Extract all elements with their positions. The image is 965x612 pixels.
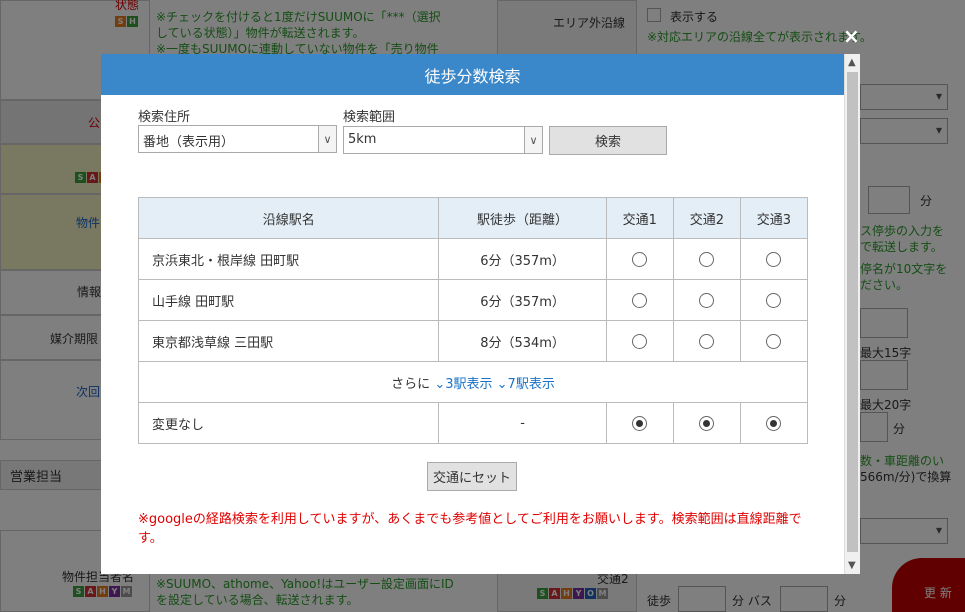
chevron-down-icon: ∨ (524, 127, 542, 153)
transport3-radio[interactable] (766, 415, 782, 431)
show-7-stations-link[interactable]: ⌄7駅表示 (497, 377, 555, 392)
col-header: 交通2 (672, 197, 741, 239)
transport1-radio[interactable] (632, 415, 648, 431)
transport2-cell (672, 279, 741, 321)
transport1-cell (605, 320, 674, 362)
transport3-cell (739, 402, 809, 444)
col-header: 交通1 (605, 197, 674, 239)
search-button[interactable]: 検索 (549, 126, 667, 155)
station-name: 東京都浅草線 三田駅 (137, 320, 440, 362)
close-icon[interactable]: × (843, 26, 860, 46)
table-header-row: 沿線駅名 駅徒歩（距離） 交通1 交通2 交通3 (137, 197, 809, 239)
transport3-radio[interactable] (766, 333, 782, 349)
transport1-cell (605, 402, 674, 444)
address-label: 検索住所 (138, 110, 191, 125)
show-3-stations-link[interactable]: ⌄3駅表示 (434, 377, 492, 392)
transport3-radio[interactable] (766, 251, 782, 267)
transport1-radio[interactable] (632, 292, 648, 308)
more-prefix: さらに (391, 376, 431, 392)
col-header: 沿線駅名 (137, 197, 440, 239)
transport3-radio[interactable] (766, 292, 782, 308)
transport3-cell (739, 279, 809, 321)
table-row: 京浜東北・根岸線 田町駅 6分（357m） (137, 238, 809, 280)
walk-distance: 8分（534m） (438, 320, 607, 362)
no-change-label: 変更なし (137, 402, 440, 444)
scroll-down-icon[interactable]: ▼ (848, 560, 856, 571)
transport1-radio[interactable] (632, 251, 648, 267)
chevron-down-icon: ⌄ (434, 376, 446, 392)
station-name: 京浜東北・根岸線 田町駅 (137, 238, 440, 280)
scroll-thumb[interactable] (847, 72, 858, 552)
dialog-title: 徒歩分数検索 (424, 66, 521, 86)
set-transport-button[interactable]: 交通にセット (427, 462, 517, 491)
show-3-label: 3駅表示 (445, 376, 493, 392)
range-select[interactable]: 5km ∨ (343, 126, 543, 154)
search-button-label: 検索 (594, 135, 621, 150)
table-row: 東京都浅草線 三田駅 8分（534m） (137, 320, 809, 362)
more-stations-row: さらに ⌄3駅表示 ⌄7駅表示 (138, 361, 808, 403)
transport2-cell (672, 238, 741, 280)
transport1-cell (605, 279, 674, 321)
walk-time-search-dialog: 徒歩分数検索 ▲ ▼ 検索住所 番地（表示用） ∨ 検索範囲 5km ∨ 検索 … (101, 54, 860, 574)
range-label: 検索範囲 (343, 110, 396, 125)
chevron-down-icon: ∨ (318, 126, 336, 152)
transport2-radio[interactable] (699, 415, 715, 431)
transport1-radio[interactable] (632, 333, 648, 349)
table-row: 山手線 田町駅 6分（357m） (137, 279, 809, 321)
col-header: 駅徒歩（距離） (438, 197, 607, 239)
address-select-value: 番地（表示用） (143, 135, 235, 150)
transport3-cell (739, 238, 809, 280)
transport2-radio[interactable] (699, 251, 715, 267)
address-select[interactable]: 番地（表示用） ∨ (138, 125, 337, 153)
chevron-down-icon: ⌄ (496, 376, 508, 392)
transport2-cell (672, 320, 741, 362)
transport3-cell (739, 320, 809, 362)
dialog-header: 徒歩分数検索 (101, 54, 844, 95)
no-change-row: 変更なし - (137, 402, 809, 444)
transport2-radio[interactable] (699, 292, 715, 308)
col-header: 交通3 (739, 197, 809, 239)
show-7-label: 7駅表示 (507, 376, 555, 392)
walk-distance: 6分（357m） (438, 238, 607, 280)
scroll-up-icon[interactable]: ▲ (848, 57, 856, 68)
set-transport-label: 交通にセット (432, 471, 511, 486)
transport1-cell (605, 238, 674, 280)
more-stations-cell: さらに ⌄3駅表示 ⌄7駅表示 (138, 361, 808, 403)
station-name: 山手線 田町駅 (137, 279, 440, 321)
walk-distance: 6分（357m） (438, 279, 607, 321)
station-table: 沿線駅名 駅徒歩（距離） 交通1 交通2 交通3 京浜東北・根岸線 田町駅 6分… (137, 197, 809, 444)
dialog-scrollbar[interactable]: ▲ ▼ (844, 54, 860, 574)
google-note: ※googleの経路検索を利用していますが、あくまでも参考値としてご利用をお願い… (138, 512, 802, 546)
transport2-cell (672, 402, 741, 444)
range-select-value: 5km (348, 132, 377, 147)
transport2-radio[interactable] (699, 333, 715, 349)
no-change-walk: - (438, 402, 607, 444)
